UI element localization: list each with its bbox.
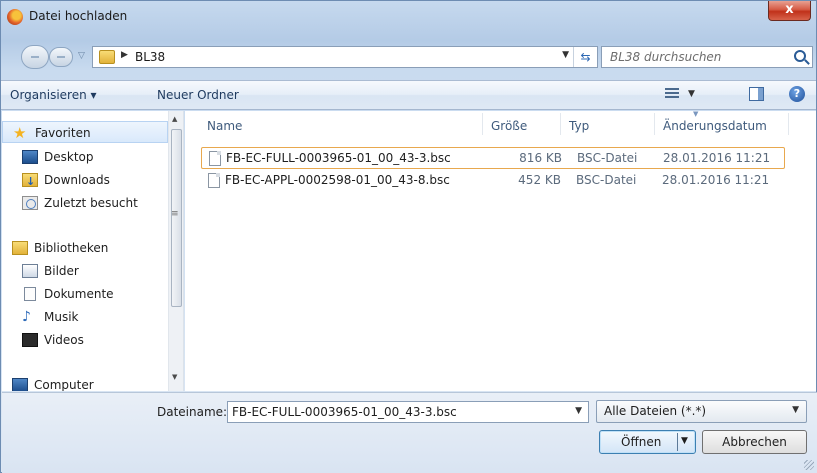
music-icon: ♪: [22, 309, 31, 325]
column-divider[interactable]: [482, 113, 483, 135]
title-bar[interactable]: Datei hochladen x: [1, 1, 816, 33]
open-button[interactable]: Öffnen ▼: [599, 430, 696, 454]
desktop-icon: [22, 150, 38, 164]
search-icon[interactable]: [794, 50, 806, 62]
sidebar-item-label: Musik: [44, 310, 79, 324]
split-divider: [677, 433, 678, 451]
sidebar-item-label: Favoriten: [35, 126, 91, 140]
file-type-value: Alle Dateien (*.*): [604, 404, 707, 418]
sidebar-item-label: Bilder: [44, 264, 79, 278]
pictures-icon: [22, 264, 38, 278]
file-date: 28.01.2016 11:21: [662, 173, 770, 187]
back-button[interactable]: [21, 45, 49, 69]
column-header-type[interactable]: Typ: [569, 111, 589, 139]
cancel-button[interactable]: Abbrechen: [702, 430, 807, 454]
open-button-label: Öffnen: [621, 435, 662, 449]
file-size: 452 KB: [518, 173, 561, 187]
sidebar-item-bilder[interactable]: Bilder: [2, 260, 168, 282]
dialog-footer: Dateiname: FB-EC-FULL-0003965-01_00_43-3…: [2, 392, 817, 473]
column-divider[interactable]: [788, 113, 789, 135]
filename-input[interactable]: FB-EC-FULL-0003965-01_00_43-3.bsc ▼: [227, 401, 589, 423]
sidebar-item-label: Dokumente: [44, 287, 114, 301]
sidebar-item-label: Downloads: [44, 173, 110, 187]
organize-button[interactable]: Organisieren ▾: [10, 88, 97, 102]
forward-button[interactable]: [49, 47, 73, 67]
computer-icon: [12, 378, 28, 391]
sidebar-item-recent[interactable]: Zuletzt besucht: [2, 192, 168, 214]
file-upload-dialog: Datei hochladen x ▽ ▶ BL38 ▼ ⇆ BL38 durc…: [0, 0, 817, 473]
filename-dropdown-icon[interactable]: ▼: [575, 406, 582, 416]
star-icon: ★: [13, 124, 27, 142]
address-bar[interactable]: ▶ BL38 ▼ ⇆: [92, 46, 598, 68]
resize-grip-icon[interactable]: [804, 460, 814, 470]
sidebar-item-label: Desktop: [44, 150, 94, 164]
search-input[interactable]: BL38 durchsuchen: [601, 46, 813, 68]
file-name: FB-EC-FULL-0003965-01_00_43-3.bsc: [226, 151, 451, 165]
navigation-pane: ★ Favoriten Desktop Downloads Zuletzt be…: [2, 111, 184, 391]
file-type-select[interactable]: Alle Dateien (*.*) ▼: [596, 400, 807, 423]
libraries-icon: [12, 241, 28, 255]
file-icon: [208, 173, 220, 188]
file-list: Name Größe Typ ▼ Änderungsdatum FB-EC-FU…: [185, 110, 816, 391]
filename-label: Dateiname:: [157, 405, 228, 419]
documents-icon: [24, 287, 36, 301]
chevron-down-icon: ▼: [792, 405, 799, 415]
recent-locations-chevron-icon[interactable]: ▽: [78, 51, 85, 61]
downloads-icon: [22, 171, 38, 193]
window-title: Datei hochladen: [29, 9, 128, 23]
file-row[interactable]: FB-EC-FULL-0003965-01_00_43-3.bsc 816 KB…: [201, 147, 785, 169]
navigation-bar: ▽ ▶ BL38 ▼ ⇆ BL38 durchsuchen: [1, 41, 816, 73]
file-name: FB-EC-APPL-0002598-01_00_43-8.bsc: [225, 173, 450, 187]
column-divider[interactable]: [654, 113, 655, 135]
sidebar-item-favoriten[interactable]: ★ Favoriten: [2, 121, 168, 143]
sidebar-scrollbar[interactable]: ▲ ≡ ▼: [168, 111, 183, 391]
column-header-name[interactable]: Name: [207, 111, 242, 139]
view-dropdown-icon[interactable]: ▼: [688, 89, 695, 99]
open-options-icon[interactable]: ▼: [681, 436, 688, 446]
address-dropdown-icon[interactable]: ▼: [562, 50, 569, 60]
sidebar-item-label: Zuletzt besucht: [44, 196, 138, 210]
column-header-date[interactable]: Änderungsdatum: [663, 111, 767, 139]
file-date: 28.01.2016 11:21: [663, 151, 771, 165]
change-view-icon[interactable]: [665, 88, 679, 100]
sidebar-item-bibliotheken[interactable]: Bibliotheken: [2, 237, 168, 259]
filename-value: FB-EC-FULL-0003965-01_00_43-3.bsc: [232, 405, 457, 419]
sidebar-item-videos[interactable]: Videos: [2, 329, 168, 351]
breadcrumb-arrow-icon[interactable]: ▶: [121, 50, 128, 60]
help-icon[interactable]: ?: [789, 86, 805, 102]
sidebar-item-desktop[interactable]: Desktop: [2, 146, 168, 168]
folder-icon: [99, 50, 115, 64]
column-header-size[interactable]: Größe: [491, 111, 527, 139]
new-folder-button[interactable]: Neuer Ordner: [157, 88, 239, 102]
file-icon: [209, 151, 221, 166]
scroll-grip-icon: ≡: [171, 209, 179, 219]
sidebar-item-musik[interactable]: ♪ Musik: [2, 306, 168, 328]
file-row[interactable]: FB-EC-APPL-0002598-01_00_43-8.bsc 452 KB…: [201, 170, 785, 192]
command-bar: Organisieren ▾ Neuer Ordner ▼ ?: [1, 80, 816, 110]
sidebar-item-label: Computer: [34, 378, 94, 391]
preview-pane-icon[interactable]: [749, 87, 764, 101]
file-type: BSC-Datei: [576, 173, 637, 187]
close-button[interactable]: x: [768, 1, 811, 21]
file-type: BSC-Datei: [577, 151, 638, 165]
scroll-down-icon[interactable]: ▼: [172, 373, 177, 381]
recent-places-icon: [22, 196, 38, 210]
firefox-icon: [7, 9, 23, 25]
column-divider[interactable]: [560, 113, 561, 135]
sidebar-item-computer[interactable]: Computer: [2, 374, 168, 391]
videos-icon: [22, 333, 38, 347]
refresh-icon[interactable]: ⇆: [573, 47, 597, 67]
sidebar-item-label: Bibliotheken: [34, 241, 109, 255]
sidebar-item-label: Videos: [44, 333, 84, 347]
scroll-up-icon[interactable]: ▲: [172, 115, 177, 123]
file-size: 816 KB: [519, 151, 562, 165]
sidebar-item-downloads[interactable]: Downloads: [2, 169, 168, 193]
sidebar-item-dokumente[interactable]: Dokumente: [2, 283, 168, 305]
search-placeholder: BL38 durchsuchen: [610, 50, 722, 64]
breadcrumb-bl38[interactable]: BL38: [135, 50, 165, 64]
